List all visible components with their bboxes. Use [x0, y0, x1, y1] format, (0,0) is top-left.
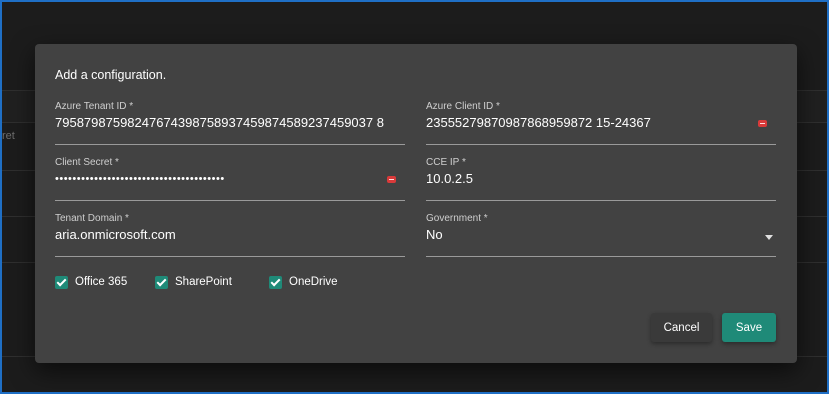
onedrive-checkbox[interactable]: [269, 275, 282, 289]
add-configuration-dialog: Add a configuration. Azure Tenant ID * 7…: [35, 44, 797, 363]
onedrive-label: OneDrive: [289, 276, 338, 288]
field-underline: [55, 256, 405, 257]
government-selected-value[interactable]: No: [426, 227, 443, 242]
azure-tenant-id-label: Azure Tenant ID *: [55, 101, 134, 112]
azure-client-id-input[interactable]: 23555279870987868959872 15-24367: [426, 115, 651, 130]
azure-tenant-id-field[interactable]: Azure Tenant ID * 7958798759824767439875…: [55, 101, 405, 145]
sharepoint-checkbox-group[interactable]: SharePoint: [155, 274, 232, 290]
chevron-down-icon[interactable]: [765, 235, 773, 240]
field-underline: [426, 144, 776, 145]
dialog-title: Add a configuration.: [55, 68, 167, 82]
client-secret-input[interactable]: •••••••••••••••••••••••••••••••••••••••: [55, 173, 225, 185]
onedrive-checkbox-group[interactable]: OneDrive: [269, 274, 338, 290]
cancel-button[interactable]: Cancel: [651, 313, 712, 342]
azure-client-id-field[interactable]: Azure Client ID * 2355527987098786895987…: [426, 101, 776, 145]
office365-label: Office 365: [75, 276, 128, 288]
field-underline: [55, 144, 405, 145]
eye-reveal-icon[interactable]: [387, 176, 396, 183]
azure-tenant-id-input[interactable]: 7958798759824767439875893745987458923745…: [55, 115, 384, 130]
sharepoint-checkbox[interactable]: [155, 275, 168, 289]
cce-ip-label: CCE IP *: [426, 157, 466, 168]
save-button[interactable]: Save: [722, 313, 776, 342]
office365-checkbox-group[interactable]: Office 365: [55, 274, 127, 290]
azure-client-id-label: Azure Client ID *: [426, 101, 500, 112]
field-underline: [426, 200, 776, 201]
sharepoint-label: SharePoint: [175, 276, 232, 288]
client-secret-label: Client Secret *: [55, 157, 119, 168]
field-underline: [55, 200, 405, 201]
background-column-header: ret: [2, 130, 15, 142]
eye-reveal-icon[interactable]: [758, 120, 767, 127]
app-window: ret Add a configuration. Azure Tenant ID…: [0, 0, 829, 394]
cce-ip-input[interactable]: 10.0.2.5: [426, 171, 473, 186]
government-select[interactable]: Government * No: [426, 213, 776, 257]
tenant-domain-input[interactable]: aria.onmicrosoft.com: [55, 227, 176, 242]
office365-checkbox[interactable]: [55, 275, 68, 289]
tenant-domain-field[interactable]: Tenant Domain * aria.onmicrosoft.com: [55, 213, 405, 257]
tenant-domain-label: Tenant Domain *: [55, 213, 129, 224]
cce-ip-field[interactable]: CCE IP * 10.0.2.5: [426, 157, 776, 201]
field-underline: [426, 256, 776, 257]
client-secret-field[interactable]: Client Secret * ••••••••••••••••••••••••…: [55, 157, 405, 201]
government-label: Government *: [426, 213, 488, 224]
